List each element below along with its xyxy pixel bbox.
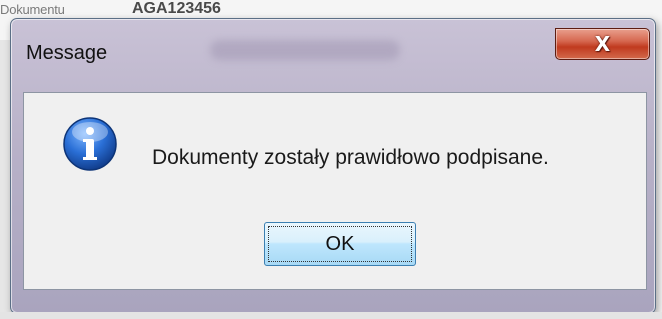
title-bar-glass <box>210 40 400 60</box>
dialog-title: Message <box>26 42 108 64</box>
background-bottom-strip <box>0 312 662 319</box>
ok-button[interactable]: OK <box>264 222 416 266</box>
background-field-label: Dokumentu <box>0 2 65 17</box>
message-text: Dokumenty zostały prawidłowo podpisane. <box>152 146 549 169</box>
background-field-value: AGA123456 <box>132 0 221 17</box>
close-button[interactable]: X <box>555 28 650 60</box>
ok-button-label: OK <box>325 232 355 255</box>
information-icon <box>63 117 117 171</box>
close-icon: X <box>594 32 611 56</box>
